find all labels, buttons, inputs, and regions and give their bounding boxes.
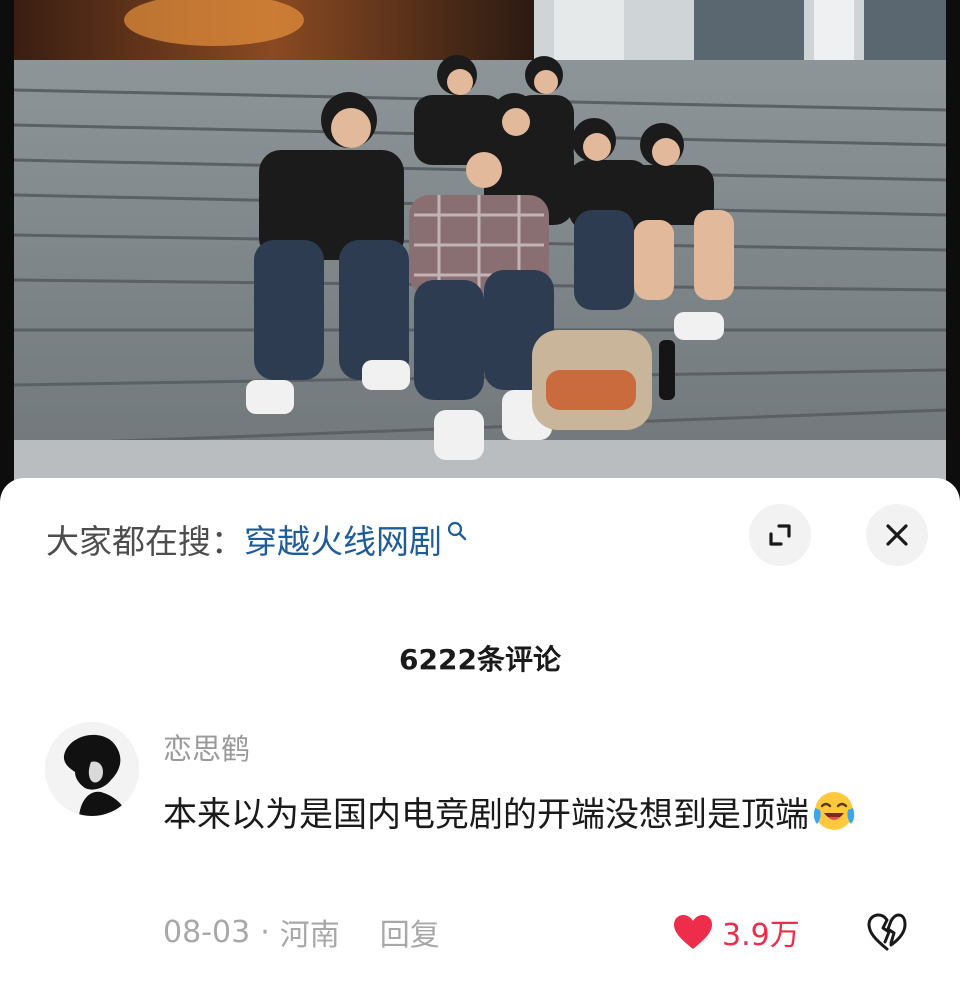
trending-search-prefix: 大家都在搜： xyxy=(46,522,244,561)
search-icon[interactable] xyxy=(446,520,468,542)
comment-username[interactable]: 恋思鹤 xyxy=(163,726,250,768)
photo-border-right xyxy=(946,0,960,510)
photo-border-left xyxy=(0,0,14,510)
expand-icon xyxy=(769,524,791,546)
meta-separator: · xyxy=(260,914,270,950)
comment-body: 本来以为是国内电竞剧的开端没想到是顶端 xyxy=(163,786,923,844)
like-button[interactable]: 3.9万 xyxy=(672,910,800,954)
comments-sheet: 大家都在搜： 穿越火线网剧 6222条评论 恋思鹤 本来以为是国内电竞剧的开端没… xyxy=(0,478,960,983)
heart-icon xyxy=(674,915,712,949)
laughing-crying-emoji-icon xyxy=(813,792,855,830)
comment-location: 河南 xyxy=(279,918,340,953)
comment-date: 08-03 xyxy=(163,914,251,950)
close-button[interactable] xyxy=(866,504,928,566)
broken-heart-icon[interactable] xyxy=(866,912,908,952)
comment-text: 本来以为是国内电竞剧的开端没想到是顶端 xyxy=(163,795,809,835)
avatar[interactable] xyxy=(45,722,139,816)
trending-search[interactable]: 大家都在搜： 穿越火线网剧 xyxy=(46,514,468,564)
page: 大家都在搜： 穿越火线网剧 6222条评论 恋思鹤 本来以为是国内电竞剧的开端没… xyxy=(0,0,960,983)
trending-search-term[interactable]: 穿越火线网剧 xyxy=(244,515,442,563)
close-icon xyxy=(886,524,908,546)
comment-meta: 08-03 · 河南 回复 xyxy=(163,910,440,954)
expand-button[interactable] xyxy=(749,504,811,566)
like-count: 3.9万 xyxy=(722,918,800,953)
comment-count: 6222条评论 xyxy=(399,643,561,676)
post-photo[interactable] xyxy=(0,0,960,510)
group-photo-illustration xyxy=(14,0,946,510)
avatar-image xyxy=(45,722,139,816)
reply-button[interactable]: 回复 xyxy=(380,910,440,954)
